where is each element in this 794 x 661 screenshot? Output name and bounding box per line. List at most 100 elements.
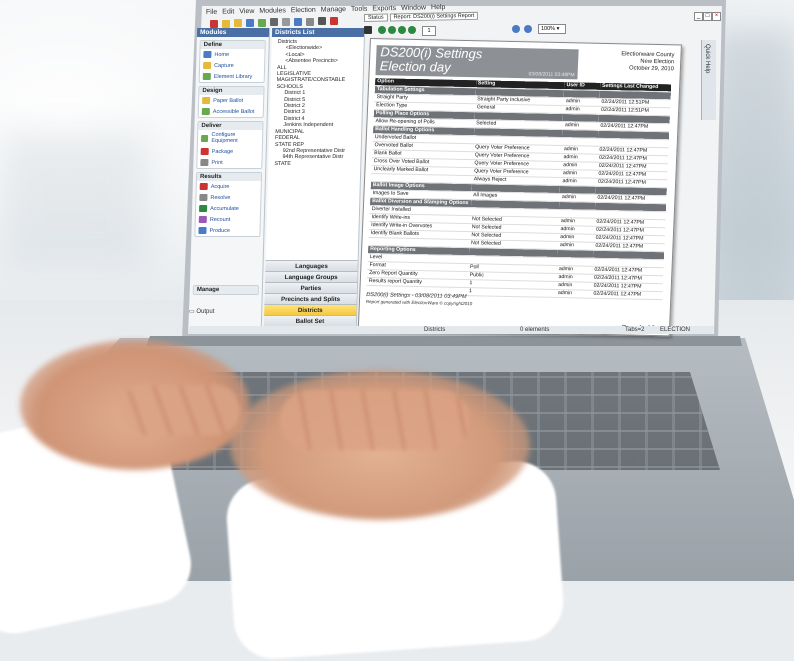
- right-fingers: [280, 390, 470, 450]
- print-icon: [200, 159, 209, 166]
- background-blur-left: [0, 130, 150, 270]
- module-group-title[interactable]: Results: [196, 173, 262, 181]
- maximize-window-button[interactable]: □: [703, 12, 712, 21]
- districts-panel-title: Districts List: [271, 28, 365, 37]
- module-item-package[interactable]: Package: [198, 146, 262, 157]
- module-group-title[interactable]: Design: [199, 87, 264, 95]
- page-number-input[interactable]: 1: [422, 26, 436, 36]
- print-report-icon[interactable]: [364, 26, 372, 34]
- help-toolbar-icon[interactable]: [330, 17, 338, 25]
- tools-toolbar-icon[interactable]: [258, 19, 266, 27]
- open-toolbar-icon[interactable]: [234, 19, 242, 27]
- zoom-select[interactable]: 100% ▾: [538, 24, 566, 34]
- district-tree: Districts <Electionwide> <Local> <Absentee …: [268, 37, 364, 167]
- module-item-resolve[interactable]: Resolve: [196, 192, 260, 203]
- menu-item-election[interactable]: Election: [291, 7, 316, 15]
- module-item-label: Produce: [209, 227, 231, 234]
- report-date: 03/08/2011 03:49PM: [528, 71, 575, 79]
- modules-panel-title: Modules: [196, 28, 270, 37]
- module-item-capture[interactable]: Capture: [200, 60, 264, 71]
- background-blur-right: [714, 30, 794, 330]
- tab-0[interactable]: Status: [363, 13, 388, 22]
- quick-help-dock[interactable]: Quick Help: [701, 40, 716, 120]
- module-item-accessible-ballot[interactable]: Accessible Ballot: [199, 106, 263, 117]
- acquire-icon: [199, 183, 208, 190]
- module-item-home[interactable]: Home: [200, 49, 264, 60]
- module-item-configure-equipment[interactable]: Configure Equipment: [198, 130, 262, 146]
- zoom-value: 100%: [541, 26, 556, 32]
- module-item-label: Home: [214, 51, 230, 58]
- left-fingers: [120, 385, 240, 435]
- report-meta: Electionware County New Election October…: [582, 50, 675, 73]
- module-item-label: Configure Equipment: [211, 132, 238, 144]
- status-left: Districts: [424, 327, 446, 333]
- module-item-label: Recount: [209, 216, 231, 223]
- menu-item-window[interactable]: Window: [401, 4, 426, 12]
- refresh-toolbar-icon[interactable]: [294, 18, 302, 26]
- menu-item-edit[interactable]: Edit: [222, 8, 234, 15]
- menu-item-manage[interactable]: Manage: [321, 6, 346, 14]
- minimize-window-button[interactable]: _: [694, 12, 703, 21]
- menu-item-file[interactable]: File: [206, 9, 217, 16]
- zoom-out-icon[interactable]: [524, 25, 532, 33]
- module-group-title[interactable]: Deliver: [198, 122, 263, 130]
- produce-icon: [198, 227, 207, 234]
- module-item-paper-ballot[interactable]: Paper Ballot: [199, 95, 263, 106]
- module-item-label: Paper Ballot: [213, 97, 244, 104]
- element-library-icon: [202, 73, 211, 80]
- menu-item-tools[interactable]: Tools: [351, 6, 367, 13]
- accordion-ballot-set[interactable]: Ballot Set: [263, 315, 357, 327]
- settings-toolbar-icon[interactable]: [306, 18, 314, 26]
- report-election-date: October 29, 2010: [628, 65, 675, 73]
- module-item-acquire[interactable]: Acquire: [197, 181, 261, 192]
- module-item-print[interactable]: Print: [197, 157, 261, 168]
- module-item-produce[interactable]: Produce: [195, 225, 259, 236]
- menu-item-modules[interactable]: Modules: [259, 7, 286, 15]
- home-icon: [203, 51, 212, 58]
- status-center: 0 elements: [520, 327, 550, 333]
- module-item-label: Print: [211, 159, 223, 166]
- module-item-label: Resolve: [210, 194, 231, 201]
- capture-icon: [203, 62, 212, 69]
- package-icon: [200, 148, 209, 155]
- prev-page-icon[interactable]: [388, 26, 396, 34]
- output-tab[interactable]: ▭ Output: [189, 308, 264, 315]
- close-window-button[interactable]: ×: [712, 12, 721, 21]
- settings-table: Option Setting User ID Settings Last Change…: [366, 78, 672, 300]
- menu-item-help[interactable]: Help: [431, 4, 446, 11]
- module-group-title[interactable]: Define: [200, 41, 265, 49]
- module-item-label: Acquire: [210, 183, 230, 190]
- output-label: Output: [196, 309, 215, 315]
- next-page-icon[interactable]: [398, 26, 406, 34]
- tab-1[interactable]: Report: DS200(i) Settings Report: [389, 11, 479, 22]
- module-item-recount[interactable]: Recount: [196, 214, 260, 225]
- module-group-design: Design Paper Ballot Accessible Ballot: [197, 86, 265, 118]
- module-item-accumulate[interactable]: Accumulate: [196, 203, 260, 214]
- menu-item-view[interactable]: View: [239, 8, 254, 15]
- print-toolbar-icon[interactable]: [270, 18, 278, 26]
- accessible-ballot-icon: [201, 108, 210, 115]
- save-toolbar-icon[interactable]: [246, 19, 254, 27]
- new-toolbar-icon[interactable]: [222, 20, 230, 28]
- configure-equipment-icon: [200, 134, 209, 142]
- paper-ballot-icon: [202, 97, 211, 104]
- zoom-in-icon[interactable]: [512, 25, 520, 33]
- lock-toolbar-icon[interactable]: [282, 18, 290, 26]
- module-group-title[interactable]: Manage: [193, 286, 258, 294]
- modules-panel: Modules Define Home Capture Element Library…: [188, 28, 271, 326]
- report-toolbar-icon[interactable]: [318, 17, 326, 25]
- module-item-element-library[interactable]: Element Library: [200, 71, 264, 82]
- column-header: User ID: [564, 82, 601, 91]
- first-page-icon[interactable]: [378, 26, 386, 34]
- report-title-block: DS200(i) Settings Election day 03/08/201…: [375, 44, 579, 80]
- recount-icon: [198, 216, 207, 223]
- module-group-manage: Manage: [192, 285, 259, 295]
- accumulate-icon: [199, 205, 208, 212]
- module-item-label: Accessible Ballot: [212, 108, 255, 115]
- table-cell: admin: [555, 289, 592, 299]
- module-group-results: Results Acquire Resolve Accumulate Recount Pr…: [194, 172, 263, 237]
- district-tree-item[interactable]: STATE: [268, 161, 360, 167]
- home-toolbar-icon[interactable]: [210, 20, 218, 28]
- last-page-icon[interactable]: [408, 26, 416, 34]
- menu-item-exports[interactable]: Exports: [372, 5, 396, 12]
